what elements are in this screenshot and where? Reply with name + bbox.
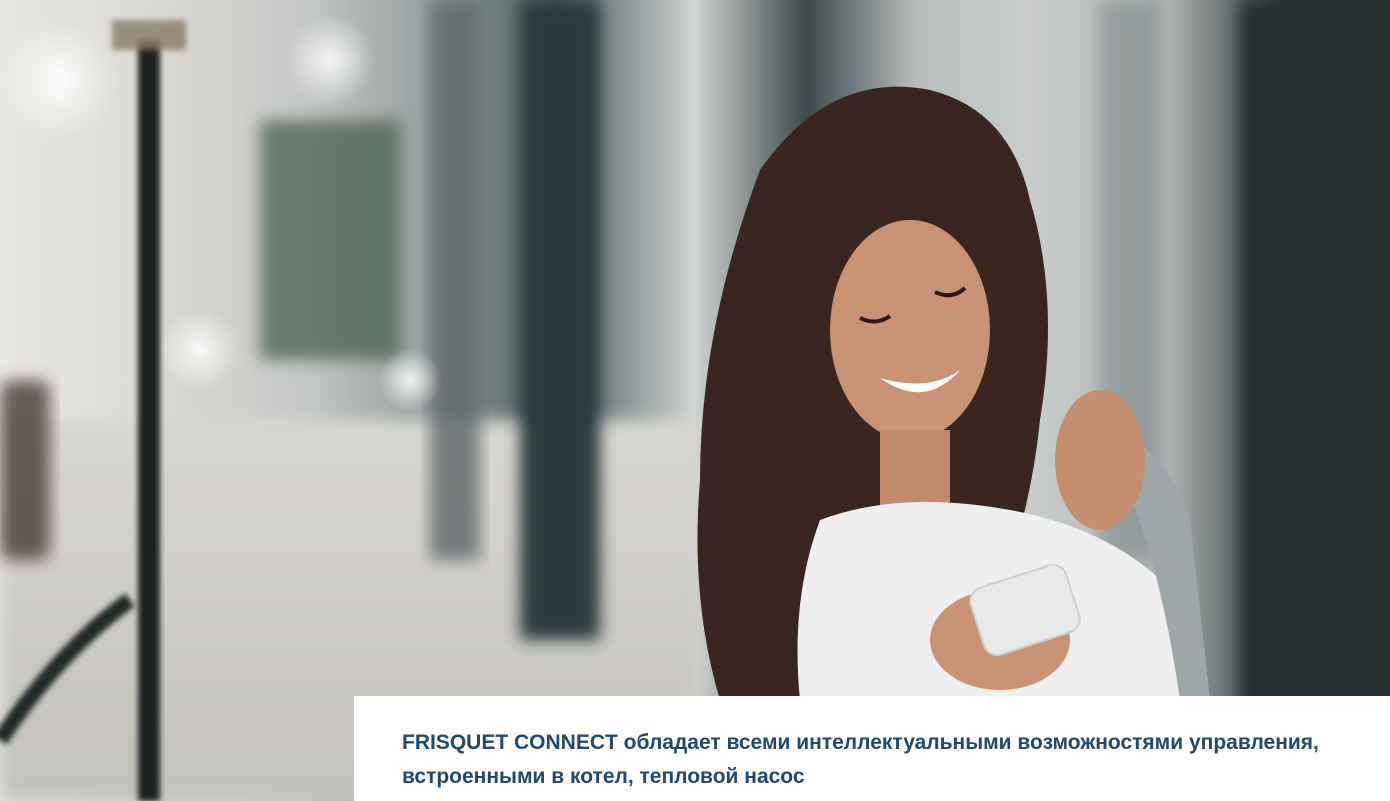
page: FRISQUET CONNECT обладает всеми интеллек… xyxy=(0,0,1390,801)
hero-photo xyxy=(0,0,1390,801)
caption-text: FRISQUET CONNECT обладает всеми интеллек… xyxy=(402,731,1319,788)
caption-panel: FRISQUET CONNECT обладает всеми интеллек… xyxy=(354,696,1390,801)
hero-photo-illustration xyxy=(0,0,1390,801)
